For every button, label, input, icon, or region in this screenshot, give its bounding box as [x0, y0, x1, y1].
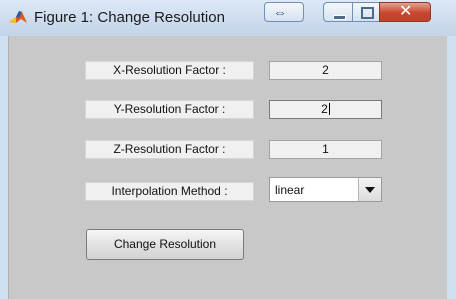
- window-title: Figure 1: Change Resolution: [34, 9, 225, 26]
- z-resolution-input[interactable]: 1: [269, 140, 382, 159]
- close-icon: ✕: [399, 1, 413, 20]
- x-resolution-input[interactable]: 2: [269, 61, 382, 80]
- text-cursor: [328, 103, 330, 115]
- y-resolution-input[interactable]: 2: [269, 100, 382, 119]
- matlab-figure-icon: [9, 11, 27, 23]
- interpolation-method-label: Interpolation Method :: [85, 182, 254, 201]
- dock-button[interactable]: ⇔: [264, 2, 304, 22]
- z-resolution-label: Z-Resolution Factor :: [85, 140, 254, 159]
- change-resolution-button[interactable]: Change Resolution: [86, 229, 244, 260]
- x-resolution-label: X-Resolution Factor :: [85, 61, 254, 80]
- maximize-icon: [361, 7, 374, 19]
- close-button[interactable]: ✕: [379, 2, 431, 22]
- minimize-button[interactable]: [323, 2, 353, 22]
- interpolation-method-value: linear: [275, 183, 305, 197]
- window-frame: Figure 1: Change Resolution ⇔ ✕ X-Resolu…: [0, 0, 456, 299]
- y-resolution-label: Y-Resolution Factor :: [85, 100, 254, 119]
- maximize-button[interactable]: [352, 2, 380, 22]
- dock-icon: ⇔: [273, 4, 287, 20]
- interpolation-method-select[interactable]: linear: [269, 177, 382, 202]
- minimize-icon: [333, 15, 346, 20]
- y-resolution-value: 2: [321, 102, 328, 116]
- chevron-down-icon[interactable]: [358, 178, 381, 201]
- title-bar[interactable]: Figure 1: Change Resolution ⇔ ✕: [0, 0, 456, 36]
